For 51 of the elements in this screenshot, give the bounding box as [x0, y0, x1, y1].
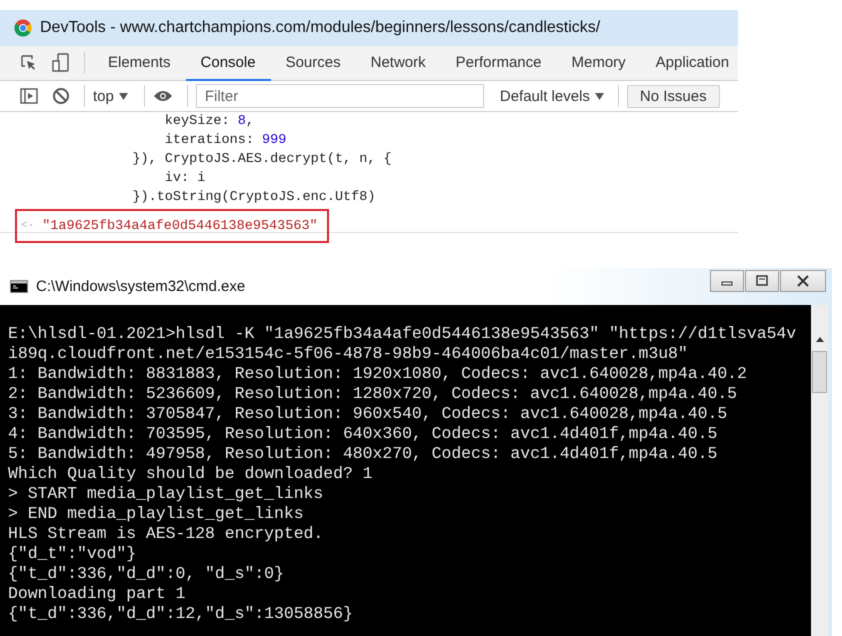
scrollbar[interactable]	[811, 305, 832, 636]
window-title: DevTools - www.chartchampions.com/modules/beginners/lessons/candlesticks/	[40, 19, 600, 37]
devtools-tab[interactable]: Performance	[440, 45, 556, 81]
devtools-tab[interactable]: Sources	[270, 45, 356, 81]
eye-icon[interactable]	[152, 89, 173, 103]
terminal-line: Downloading part 1	[8, 584, 186, 604]
close-button[interactable]	[780, 270, 826, 292]
devtools-tab[interactable]: Memory	[556, 45, 641, 81]
inspect-icon[interactable]	[20, 54, 38, 72]
context-dropdown[interactable]: top	[93, 88, 136, 104]
terminal-line: {"t_d":336,"d_d":12,"d_s":13058856}	[8, 604, 354, 624]
minimize-button[interactable]	[710, 270, 744, 292]
caret-icon	[594, 92, 604, 100]
terminal-line: {"d_t":"vod"}	[8, 544, 138, 564]
terminal-line: 2: Bandwidth: 5236609, Resolution: 1280x720, Codecs: avc1.640028,mp4a.40.5	[8, 384, 738, 404]
close-icon	[795, 275, 811, 287]
console-icon	[10, 280, 28, 293]
scroll-thumb[interactable]	[812, 351, 827, 393]
result-string: "1a9625fb34a4afe0d5446138e9543563"	[42, 218, 318, 234]
result-prompt: <·	[21, 220, 34, 232]
terminal-line: Which Quality should be downloaded? 1	[8, 464, 374, 484]
terminal-line: i89q.cloudfront.net/e153154c-5f06-4878-98b9-464006ba4c01/master.m3u8"	[8, 344, 689, 364]
code-line: }).toString(CryptoJS.enc.Utf8)	[131, 189, 376, 207]
window-title: C:\Windows\system32\cmd.exe	[36, 278, 246, 295]
sidebar-icon[interactable]	[20, 88, 38, 104]
filter-field[interactable]: Filter	[196, 84, 484, 108]
clear-icon[interactable]	[52, 87, 70, 105]
device-icon[interactable]	[52, 53, 70, 73]
maximize-button[interactable]	[745, 270, 779, 292]
devtools-tab[interactable]: Application	[640, 45, 744, 81]
devtools-tab[interactable]: Elements	[93, 45, 186, 81]
terminal-line: 4: Bandwidth: 703595, Resolution: 640x360, Codecs: avc1.4d401f,mp4a.40.5	[8, 424, 718, 444]
terminal-line: E:\hlsdl-01.2021>hlsdl -K "1a9625fb34a4afe0d5446138e9543563" "https://d1tlsva54v	[8, 324, 798, 344]
terminal-line: {"t_d":336,"d_d":0, "d_s":0}	[8, 564, 285, 584]
levels-dropdown[interactable]: Default levels	[490, 88, 614, 104]
maximize-icon	[755, 275, 769, 287]
code-line: iterations: 999	[164, 132, 288, 150]
terminal-line: HLS Stream is AES-128 encrypted.	[8, 524, 324, 544]
caret-icon	[118, 92, 128, 100]
scroll-up-icon[interactable]	[814, 335, 824, 343]
terminal-line: > START media_playlist_get_links	[8, 484, 324, 504]
issues-button[interactable]: No Issues	[626, 84, 720, 108]
code-line: keySize: 8,	[164, 113, 255, 131]
terminal-line: > END media_playlist_get_links	[8, 504, 305, 524]
code-line: }), CryptoJS.AES.decrypt(t, n, {	[131, 151, 393, 169]
terminal-line: 5: Bandwidth: 497958, Resolution: 480x270, Codecs: avc1.4d401f,mp4a.40.5	[8, 444, 718, 464]
terminal-line: 3: Bandwidth: 3705847, Resolution: 960x540, Codecs: avc1.640028,mp4a.40.5	[8, 404, 728, 424]
terminal-line: 1: Bandwidth: 8831883, Resolution: 1920x1080, Codecs: avc1.640028,mp4a.40.2	[8, 364, 748, 384]
browser-logo-icon	[14, 19, 32, 37]
devtools-tab[interactable]: Network	[356, 45, 441, 81]
code-line: iv: i	[164, 170, 206, 188]
